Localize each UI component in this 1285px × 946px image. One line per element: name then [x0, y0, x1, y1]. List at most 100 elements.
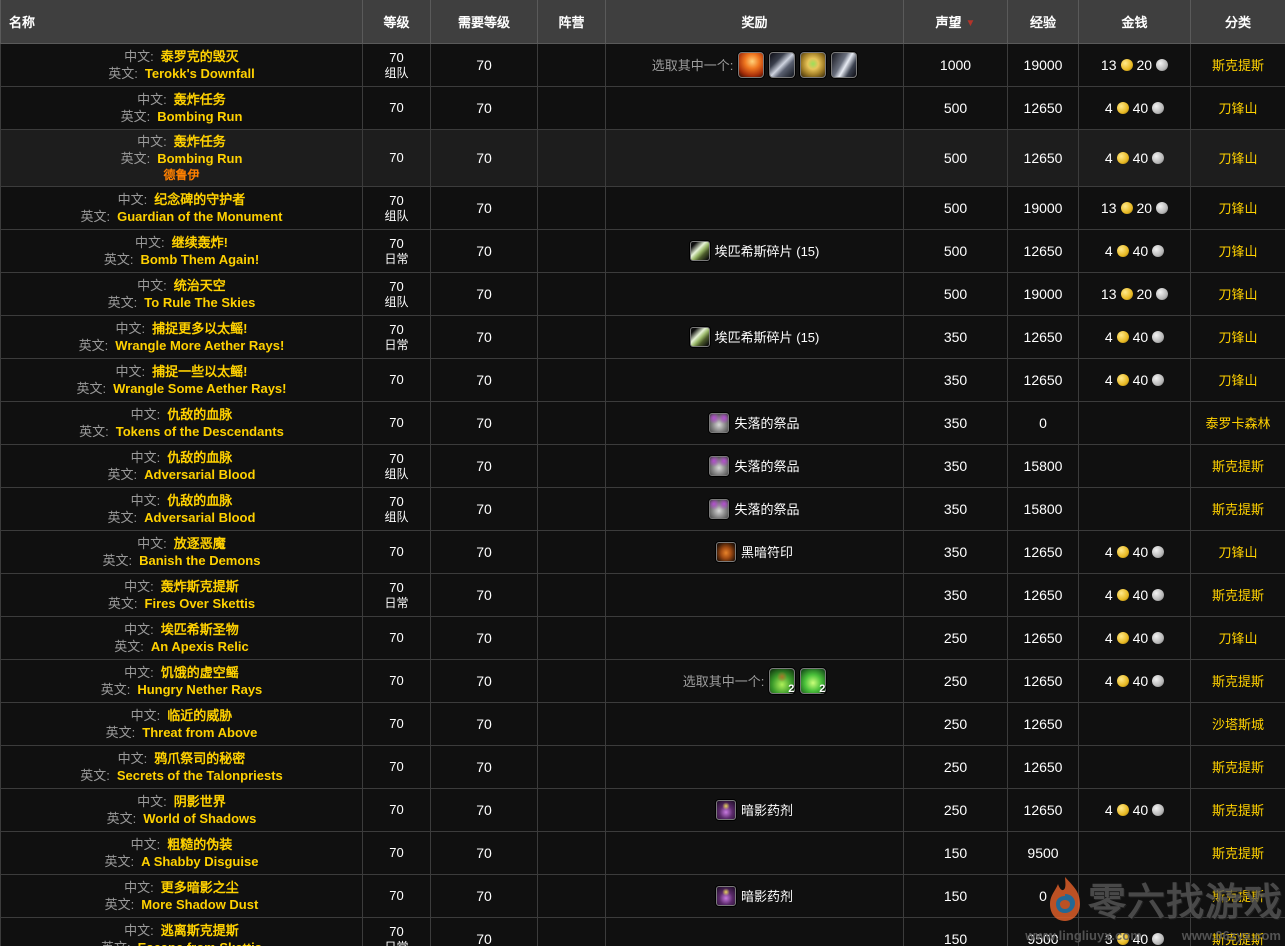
- quest-name-en-link[interactable]: A Shabby Disguise: [141, 854, 258, 869]
- quest-name-cn-link[interactable]: 仇敌的血脉: [167, 407, 232, 422]
- xp-value: 12650: [1024, 802, 1063, 818]
- quest-name-en-link[interactable]: Terokk's Downfall: [145, 66, 255, 81]
- quest-name-cn-link[interactable]: 捕捉一些以太鳐!: [152, 364, 247, 379]
- quest-name-en-link[interactable]: Hungry Nether Rays: [137, 682, 262, 697]
- category-link[interactable]: 刀锋山: [1218, 151, 1257, 166]
- quest-name-en-link[interactable]: Fires Over Skettis: [145, 596, 256, 611]
- reputation-value: 500: [944, 286, 967, 302]
- quest-name-cn-link[interactable]: 更多暗影之尘: [161, 880, 239, 895]
- quest-name-cn-link[interactable]: 逃离斯克提斯: [161, 923, 239, 938]
- rewards-cell: 失落的祭品: [606, 444, 904, 487]
- quest-name-en-link[interactable]: Tokens of the Descendants: [116, 424, 284, 439]
- quest-name-cn-link[interactable]: 轰炸斯克提斯: [161, 579, 239, 594]
- quest-name-cn-link[interactable]: 轰炸任务: [174, 134, 226, 149]
- lost-offering-icon[interactable]: [709, 456, 729, 476]
- category-link[interactable]: 斯克提斯: [1212, 502, 1264, 517]
- quest-name-cn-link[interactable]: 统治天空: [174, 278, 226, 293]
- required-level-cell: 70: [431, 788, 538, 831]
- quest-name-en-link[interactable]: Bombing Run: [157, 109, 242, 124]
- column-header-rewards[interactable]: 奖励: [606, 0, 904, 43]
- quest-name-en-link[interactable]: To Rule The Skies: [144, 295, 255, 310]
- apexis-shard-icon[interactable]: [690, 241, 710, 261]
- green-vial-icon[interactable]: 2: [800, 668, 826, 694]
- quest-name-en-link[interactable]: Secrets of the Talonpriests: [117, 768, 283, 783]
- gray-blade-icon[interactable]: [831, 52, 857, 78]
- column-header-money[interactable]: 金钱: [1079, 0, 1191, 43]
- category-link[interactable]: 刀锋山: [1218, 330, 1257, 345]
- apexis-shard-icon[interactable]: [690, 327, 710, 347]
- category-link[interactable]: 斯克提斯: [1212, 58, 1264, 73]
- gold-coin-icon: [1117, 245, 1129, 257]
- reward-item-link[interactable]: 暗影药剂: [741, 886, 793, 905]
- category-link[interactable]: 沙塔斯城: [1212, 717, 1264, 732]
- category-link[interactable]: 斯克提斯: [1212, 846, 1264, 861]
- quest-name-en-link[interactable]: Banish the Demons: [139, 553, 260, 568]
- quest-name-cn-link[interactable]: 放逐恶魔: [174, 536, 226, 551]
- category-link[interactable]: 斯克提斯: [1212, 674, 1264, 689]
- category-link[interactable]: 斯克提斯: [1212, 889, 1264, 904]
- quest-name-en-link[interactable]: An Apexis Relic: [151, 639, 249, 654]
- quest-name-cn-link[interactable]: 纪念碑的守护者: [154, 192, 245, 207]
- quest-name-en-link[interactable]: Bombing Run: [157, 151, 242, 166]
- category-link[interactable]: 斯克提斯: [1212, 459, 1264, 474]
- category-link[interactable]: 刀锋山: [1218, 631, 1257, 646]
- quest-name-cn-link[interactable]: 仇敌的血脉: [167, 493, 232, 508]
- column-header-reputation[interactable]: 声望▼: [904, 0, 1008, 43]
- quest-name-cn-link[interactable]: 捕捉更多以太鳐!: [152, 321, 247, 336]
- category-link[interactable]: 刀锋山: [1218, 201, 1257, 216]
- quest-name-cn-link[interactable]: 饥饿的虚空鳐: [161, 665, 239, 680]
- category-link[interactable]: 刀锋山: [1218, 373, 1257, 388]
- quest-name-en-link[interactable]: Escape from Skettis: [138, 940, 262, 946]
- dark-rune-icon[interactable]: [716, 542, 736, 562]
- quest-name-cn-link[interactable]: 轰炸任务: [174, 92, 226, 107]
- category-link[interactable]: 刀锋山: [1218, 545, 1257, 560]
- quest-name-cn-link[interactable]: 鸦爪祭司的秘密: [154, 751, 245, 766]
- column-header-xp[interactable]: 经验: [1008, 0, 1079, 43]
- reward-item-link[interactable]: 失落的祭品: [734, 413, 799, 432]
- quest-name-cn-link[interactable]: 埃匹希斯圣物: [161, 622, 239, 637]
- quest-name-en-link[interactable]: Bomb Them Again!: [140, 252, 259, 267]
- category-link[interactable]: 刀锋山: [1218, 101, 1257, 116]
- reward-item-link[interactable]: 失落的祭品: [734, 499, 799, 518]
- lost-offering-icon[interactable]: [709, 499, 729, 519]
- quest-name-cn-link[interactable]: 临近的威胁: [167, 708, 232, 723]
- column-header-name[interactable]: 名称: [1, 0, 363, 43]
- required-level-value: 70: [476, 888, 492, 904]
- quest-name-cn-link[interactable]: 粗糙的伪装: [167, 837, 232, 852]
- quest-name-en-link[interactable]: Adversarial Blood: [144, 467, 255, 482]
- category-link[interactable]: 斯克提斯: [1212, 760, 1264, 775]
- gold-ring-icon[interactable]: [800, 52, 826, 78]
- shadow-potion-icon[interactable]: [716, 886, 736, 906]
- quest-name-en-link[interactable]: More Shadow Dust: [141, 897, 258, 912]
- column-header-faction[interactable]: 阵营: [538, 0, 606, 43]
- twin-daggers-icon[interactable]: [769, 52, 795, 78]
- reward-item-link[interactable]: 埃匹希斯碎片 (15): [715, 241, 820, 260]
- quest-name-en-link[interactable]: Guardian of the Monument: [117, 209, 282, 224]
- column-header-category[interactable]: 分类: [1191, 0, 1285, 43]
- column-header-level[interactable]: 等级: [363, 0, 431, 43]
- reward-item-link[interactable]: 埃匹希斯碎片 (15): [715, 327, 820, 346]
- category-link[interactable]: 刀锋山: [1218, 287, 1257, 302]
- fiery-mace-icon[interactable]: [738, 52, 764, 78]
- quest-name-en-link[interactable]: Threat from Above: [142, 725, 257, 740]
- quest-name-en-link[interactable]: Wrangle Some Aether Rays!: [113, 381, 286, 396]
- category-link[interactable]: 斯克提斯: [1212, 932, 1264, 946]
- quest-name-en-link[interactable]: Wrangle More Aether Rays!: [115, 338, 284, 353]
- category-link[interactable]: 斯克提斯: [1212, 803, 1264, 818]
- reward-item-link[interactable]: 失落的祭品: [734, 456, 799, 475]
- reward-item-link[interactable]: 黑暗符印: [741, 542, 793, 561]
- quest-name-en-link[interactable]: Adversarial Blood: [144, 510, 255, 525]
- quest-name-cn-link[interactable]: 继续轰炸!: [172, 235, 228, 250]
- category-link[interactable]: 刀锋山: [1218, 244, 1257, 259]
- quest-name-cn-link[interactable]: 仇敌的血脉: [167, 450, 232, 465]
- reward-item-link[interactable]: 暗影药剂: [741, 800, 793, 819]
- quest-name-cn-link[interactable]: 泰罗克的毁灭: [161, 49, 239, 64]
- category-link[interactable]: 泰罗卡森林: [1205, 416, 1270, 431]
- green-potion-icon[interactable]: 2: [769, 668, 795, 694]
- shadow-potion-icon[interactable]: [716, 800, 736, 820]
- category-link[interactable]: 斯克提斯: [1212, 588, 1264, 603]
- quest-name-cn-link[interactable]: 阴影世界: [174, 794, 226, 809]
- lost-offering-icon[interactable]: [709, 413, 729, 433]
- quest-name-en-link[interactable]: World of Shadows: [143, 811, 256, 826]
- column-header-req-level[interactable]: 需要等级: [431, 0, 538, 43]
